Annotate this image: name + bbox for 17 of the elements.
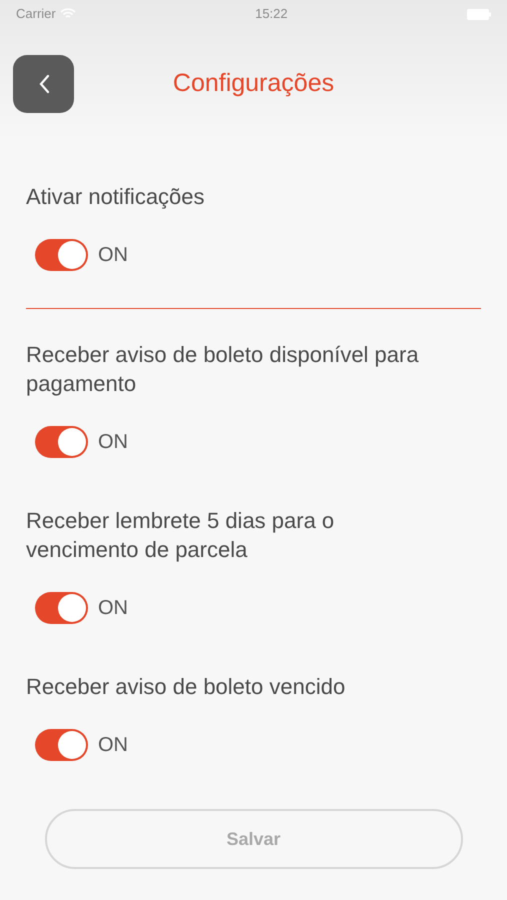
back-button[interactable] [13,55,74,113]
toggle-state-label: ON [98,733,128,758]
clock-time: 15:22 [255,5,288,24]
toggle-switch[interactable] [35,239,88,271]
chevron-left-icon [38,74,50,94]
setting-label: Ativar notificações [26,183,206,211]
carrier-name: Carrier [16,5,56,24]
toggle-state-label: ON [98,596,128,621]
toggle-state-label: ON [98,430,128,455]
toggle-switch[interactable] [35,592,88,624]
setting-label: Receber aviso de boleto disponível para pagamento [26,341,420,398]
toggle-switch[interactable] [35,729,88,761]
toggle-switch[interactable] [35,426,88,458]
setting-label: Receber lembrete 5 dias para o vencimento de parcela [26,507,336,564]
setting-label: Receber aviso de boleto vencido [26,673,346,701]
page-title: Configurações [172,68,334,100]
toggle-state-label: ON [98,243,128,268]
